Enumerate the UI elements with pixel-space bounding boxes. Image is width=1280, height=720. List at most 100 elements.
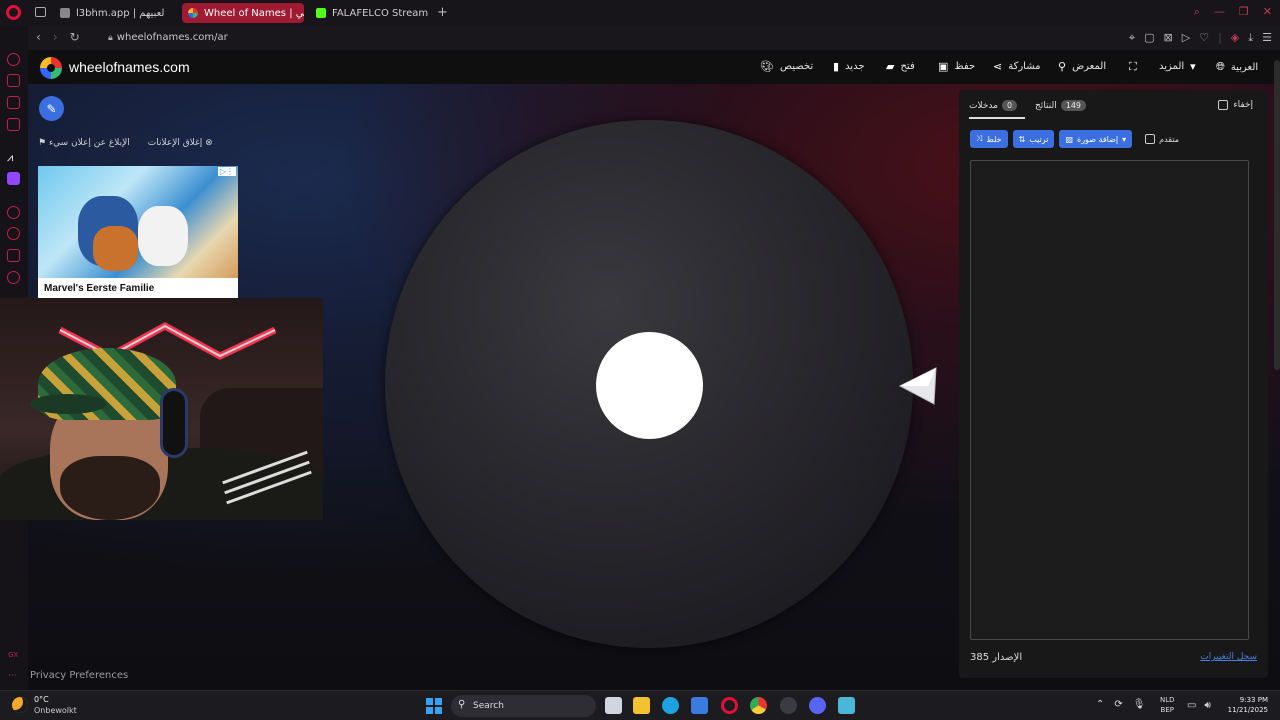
task-view-icon[interactable] xyxy=(605,697,622,714)
tab-entries[interactable]: مدخلات 0 xyxy=(969,100,1018,111)
new-tab-button[interactable]: + xyxy=(437,5,448,20)
site-navbar: wheelofnames.com 🎨︎ تخصيص ▮ جديد ▰ فتح ▣ حفظ… xyxy=(28,50,1280,84)
twitch-icon[interactable] xyxy=(7,172,20,185)
maximize-icon[interactable]: ❐ xyxy=(1239,5,1249,19)
customize-button[interactable]: 🎨︎ تخصيص xyxy=(760,60,813,73)
more-dropdown[interactable]: المزيد ▾ xyxy=(1159,60,1196,73)
store-icon[interactable] xyxy=(691,697,708,714)
wallet-icon[interactable]: ◈ xyxy=(1231,31,1239,45)
file-explorer-icon[interactable] xyxy=(633,697,650,714)
edit-pencil-button[interactable]: ✎ xyxy=(39,96,64,121)
opera-gx-icon[interactable] xyxy=(721,697,738,714)
navigation-buttons: ‹ › ↻ xyxy=(36,30,80,44)
wheel-center[interactable] xyxy=(596,332,703,439)
back-icon[interactable]: ‹ xyxy=(36,30,41,44)
start-button[interactable] xyxy=(426,698,442,714)
edge-icon[interactable] xyxy=(662,697,679,714)
tab-results[interactable]: النتائج 149 xyxy=(1035,100,1087,111)
panel-tabs: مدخلات 0 النتائج 149 إخفاء xyxy=(959,90,1268,120)
news-icon[interactable] xyxy=(7,96,20,109)
messenger-icon[interactable] xyxy=(7,249,20,262)
more-icon[interactable]: ··· xyxy=(8,671,17,681)
add-image-button[interactable]: ▨ إضافة صورة ▾ xyxy=(1059,130,1133,148)
app-icon[interactable] xyxy=(780,697,797,714)
pin-icon[interactable]: ⌖ xyxy=(1129,31,1135,45)
shuffle-button[interactable]: ⤨ خلط xyxy=(970,130,1008,148)
report-ad-link[interactable]: ⚑ الإبلاغ عن إعلان سيء xyxy=(38,138,130,148)
opera-logo-icon[interactable] xyxy=(6,5,21,20)
music-icon[interactable] xyxy=(7,206,20,219)
clock[interactable]: 9:33 PM 11/21/2025 xyxy=(1226,695,1268,715)
discord-icon[interactable] xyxy=(809,697,826,714)
reload-icon[interactable]: ↻ xyxy=(70,30,80,44)
page-scrollbar[interactable] xyxy=(1274,60,1280,370)
player-icon[interactable]: ▷ xyxy=(1182,31,1190,45)
aria-icon[interactable] xyxy=(7,53,20,66)
app-a-icon[interactable]: ⩘ xyxy=(7,151,20,164)
caret-down-icon: ▾ xyxy=(1190,60,1196,73)
settings-icon[interactable] xyxy=(7,271,20,284)
language-indicator[interactable]: NLD BEP xyxy=(1160,695,1175,715)
tab-overview-icon[interactable] xyxy=(35,7,46,17)
close-icon[interactable]: ✕ xyxy=(1263,5,1272,19)
taskbar-search[interactable]: ⚲ Search xyxy=(451,695,596,717)
sync-icon[interactable]: ⟳ xyxy=(1114,699,1122,710)
image-icon: ▨ xyxy=(1065,134,1073,144)
tray-icons: ▭ 🔊︎ xyxy=(1187,700,1211,711)
heart-icon[interactable]: ♡ xyxy=(1199,31,1209,45)
moon-weather-icon[interactable] xyxy=(12,697,28,713)
wheel-pointer-icon xyxy=(898,367,937,405)
site-logo[interactable] xyxy=(40,57,62,79)
bag-icon[interactable] xyxy=(7,74,20,87)
save-button[interactable]: ▣ حفظ xyxy=(938,60,975,73)
new-button[interactable]: ▮ جديد xyxy=(833,60,865,73)
browser-tab-wheel-of-names[interactable]: Wheel of Names | عشوائي xyxy=(182,3,304,23)
active-tab-indicator xyxy=(969,117,1025,119)
changelog-link[interactable]: سجل التغييرات xyxy=(1200,652,1257,662)
gx-mods-icon[interactable] xyxy=(7,118,20,131)
language-selector[interactable]: 🌐︎ العربية xyxy=(1216,60,1258,74)
windows-taskbar: 0°C Onbewolkt ⚲ Search ⌃ ⟳ 🎙︎ NLD BEP ▭ … xyxy=(0,690,1280,720)
open-button[interactable]: ▰ فتح xyxy=(886,60,915,73)
tab-title: l3bhm.app | لعبيهم xyxy=(76,7,165,19)
checkbox[interactable] xyxy=(1145,134,1156,144)
vpn-icon[interactable]: ⊠ xyxy=(1164,31,1173,45)
l3bhm-tab-icon xyxy=(60,8,70,18)
hide-checkbox[interactable]: إخفاء xyxy=(1218,100,1253,110)
app-active-icon[interactable] xyxy=(838,697,855,714)
shuffle-label: خلط xyxy=(986,134,1002,144)
new-file-icon: ▮ xyxy=(833,60,840,73)
sort-button[interactable]: ⇅ ترتيب xyxy=(1012,130,1055,148)
privacy-preferences-link[interactable]: Privacy Preferences xyxy=(30,670,128,681)
volume-icon[interactable]: 🔊︎ xyxy=(1204,700,1210,711)
display-icon[interactable]: ▭ xyxy=(1187,700,1196,711)
gallery-button[interactable]: ⚲ المعرض xyxy=(1058,60,1106,73)
snapshot-icon[interactable]: ▢ xyxy=(1144,31,1154,45)
mic-icon[interactable]: 🎙︎ xyxy=(1133,699,1146,710)
history-icon[interactable] xyxy=(7,227,20,240)
fullscreen-button[interactable]: ⛶ xyxy=(1129,60,1137,74)
browser-tab-l3bhm[interactable]: l3bhm.app | لعبيهم xyxy=(54,3,178,23)
menu-icon[interactable]: ☰ xyxy=(1262,31,1272,45)
ad-figure xyxy=(138,206,188,266)
layout-code: BEP xyxy=(1160,706,1174,714)
entries-textarea[interactable] xyxy=(970,160,1249,640)
tab-title: FALAFELCO Stream - Wat xyxy=(332,7,432,19)
tray-chevron-icon[interactable]: ⌃ xyxy=(1096,699,1104,710)
browser-tab-falafelco[interactable]: FALAFELCO Stream - Wat xyxy=(310,3,432,23)
share-button[interactable]: ⋖ مشاركة xyxy=(993,60,1041,73)
download-icon[interactable]: ⤓ xyxy=(1248,31,1253,45)
ad-banner[interactable]: ▷⋮ Marvel's Eerste Familie xyxy=(38,166,238,298)
advanced-checkbox[interactable]: متقدم xyxy=(1145,134,1179,144)
checkbox[interactable] xyxy=(1218,100,1229,110)
gx-corner-icon[interactable]: GX xyxy=(8,651,18,659)
search-tabs-icon[interactable]: ⌕ xyxy=(1194,5,1200,19)
close-ads-link[interactable]: إغلاق الإعلانات ⊗ xyxy=(148,138,213,148)
ad-choices-icon[interactable]: ▷⋮ xyxy=(217,167,236,176)
minimize-icon[interactable]: — xyxy=(1214,5,1225,19)
forward-icon[interactable]: › xyxy=(53,30,58,44)
url-field[interactable]: 🔒︎ wheelofnames.com/ar xyxy=(108,32,228,43)
site-name[interactable]: wheelofnames.com xyxy=(69,59,190,75)
tab-label: النتائج xyxy=(1035,100,1057,111)
chrome-icon[interactable] xyxy=(750,697,767,714)
